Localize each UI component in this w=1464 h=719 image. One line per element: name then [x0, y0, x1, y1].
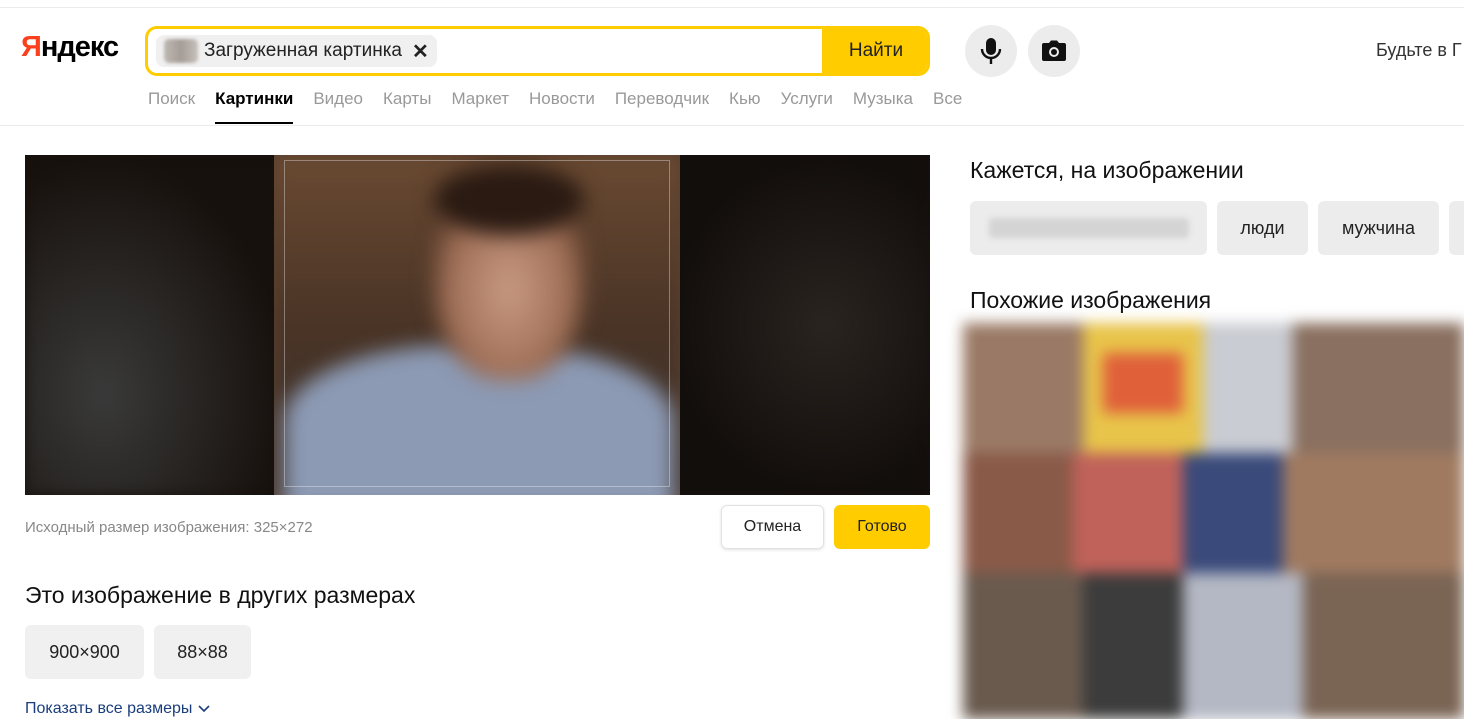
- cancel-button[interactable]: Отмена: [721, 505, 824, 549]
- logo-first-letter: Я: [21, 31, 42, 63]
- nav-item-news[interactable]: Новости: [529, 88, 595, 124]
- similar-images-grid[interactable]: [963, 323, 1464, 719]
- nav-item-maps[interactable]: Карты: [383, 88, 431, 124]
- voice-search-button[interactable]: [965, 25, 1017, 77]
- image-search-button[interactable]: [1028, 25, 1080, 77]
- similar-image[interactable]: [1183, 453, 1283, 573]
- chip-label: Загруженная картинка: [204, 40, 402, 61]
- similar-image[interactable]: [963, 573, 1083, 719]
- nav-item-images[interactable]: Картинки: [215, 88, 294, 124]
- close-icon[interactable]: ✕: [412, 39, 429, 64]
- similar-image[interactable]: [1303, 573, 1464, 719]
- yandex-logo[interactable]: Яндекс: [21, 31, 119, 64]
- tag-blurred[interactable]: [970, 201, 1207, 255]
- uploaded-image-thumbnail: [164, 39, 198, 63]
- uploaded-image-chip[interactable]: Загруженная картинка ✕: [156, 35, 437, 67]
- show-all-sizes-label: Показать все размеры: [25, 700, 193, 717]
- nav-item-translate[interactable]: Переводчик: [615, 88, 709, 124]
- tags-title: Кажется, на изображении: [970, 157, 1244, 183]
- similar-image[interactable]: [1203, 323, 1293, 453]
- service-nav: Поиск Картинки Видео Карты Маркет Новост…: [148, 88, 962, 124]
- chevron-down-icon: [198, 705, 210, 713]
- header-divider: [0, 125, 1464, 126]
- similar-image[interactable]: [1283, 453, 1464, 573]
- original-size-caption: Исходный размер изображения: 325×272: [25, 519, 313, 536]
- nav-item-video[interactable]: Видео: [313, 88, 363, 124]
- camera-icon: [1042, 40, 1066, 61]
- similar-image[interactable]: [1183, 573, 1303, 719]
- size-button-900[interactable]: 900×900: [25, 625, 144, 679]
- search-button[interactable]: Найти: [822, 29, 927, 73]
- promo-text[interactable]: Будьте в Г: [1376, 40, 1462, 61]
- done-button[interactable]: Готово: [834, 505, 930, 549]
- search-box[interactable]: Загруженная картинка ✕ Найти: [145, 26, 930, 76]
- top-border: [0, 0, 1464, 8]
- mic-icon: [980, 38, 1002, 64]
- similar-image[interactable]: [1103, 353, 1183, 413]
- crop-frame[interactable]: [284, 160, 670, 487]
- size-button-88[interactable]: 88×88: [154, 625, 251, 679]
- tag-more[interactable]: [1449, 201, 1464, 255]
- similar-image[interactable]: [963, 323, 1083, 453]
- nav-item-search[interactable]: Поиск: [148, 88, 195, 124]
- similar-image[interactable]: [1073, 453, 1183, 573]
- nav-item-market[interactable]: Маркет: [451, 88, 509, 124]
- image-preview: [25, 155, 930, 495]
- similar-images-title: Похожие изображения: [970, 287, 1212, 313]
- preview-background-left: [25, 155, 285, 495]
- tag-man[interactable]: мужчина: [1318, 201, 1439, 255]
- logo-rest: ндекс: [40, 31, 119, 63]
- nav-item-q[interactable]: Кью: [729, 88, 761, 124]
- other-sizes-title: Это изображение в других размерах: [25, 582, 416, 608]
- nav-item-services[interactable]: Услуги: [781, 88, 833, 124]
- crop-area[interactable]: [274, 155, 680, 495]
- blurred-tag-text: [988, 218, 1189, 238]
- nav-item-all[interactable]: Все: [933, 88, 962, 124]
- preview-background-right: [670, 155, 930, 495]
- similar-image[interactable]: [1293, 323, 1464, 453]
- nav-item-music[interactable]: Музыка: [853, 88, 913, 124]
- similar-image[interactable]: [963, 453, 1073, 573]
- tag-people[interactable]: люди: [1217, 201, 1308, 255]
- similar-image[interactable]: [1083, 573, 1183, 719]
- show-all-sizes-link[interactable]: Показать все размеры: [25, 700, 210, 718]
